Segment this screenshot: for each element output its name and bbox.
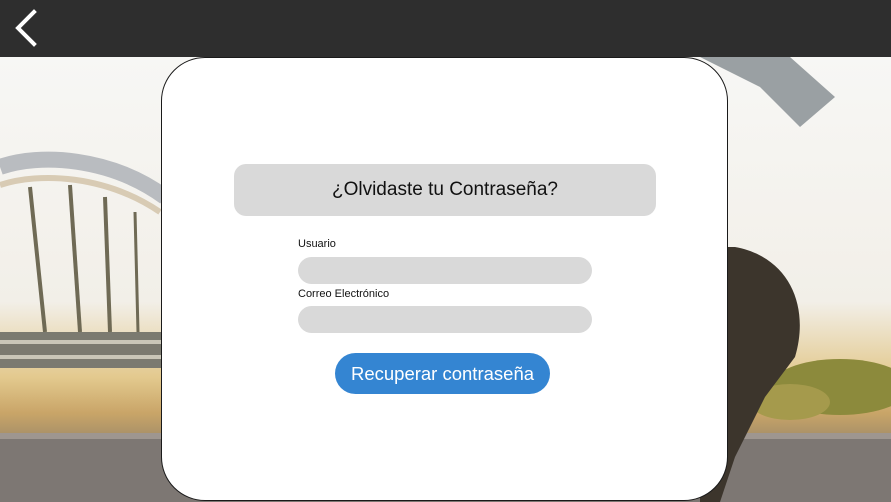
email-label: Correo Electrónico bbox=[298, 288, 390, 300]
back-button[interactable] bbox=[8, 8, 44, 48]
recover-password-screen: ¿Olvidaste tu Contraseña? Usuario Correo… bbox=[0, 0, 891, 502]
username-input[interactable] bbox=[298, 257, 592, 284]
recover-password-card: ¿Olvidaste tu Contraseña? Usuario Correo… bbox=[161, 57, 728, 501]
recover-password-button[interactable]: Recuperar contraseña bbox=[335, 353, 550, 394]
title-box: ¿Olvidaste tu Contraseña? bbox=[234, 164, 656, 216]
top-bar bbox=[0, 0, 891, 57]
page-title: ¿Olvidaste tu Contraseña? bbox=[331, 179, 558, 200]
username-label: Usuario bbox=[298, 238, 336, 250]
email-input[interactable] bbox=[298, 306, 592, 333]
chevron-left-icon bbox=[15, 9, 37, 47]
